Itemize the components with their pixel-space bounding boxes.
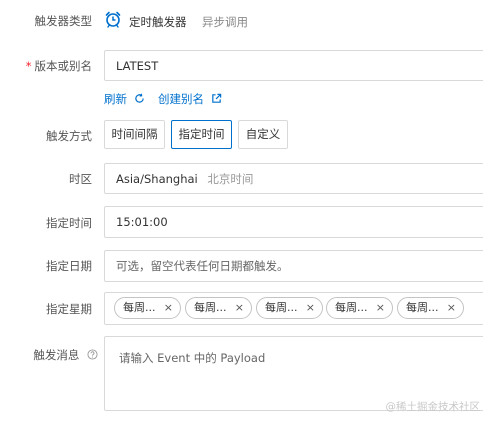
- timezone-name: Asia/Shanghai: [116, 171, 198, 186]
- create-alias-label: 创建别名: [158, 92, 204, 106]
- trigger-type-label: 触发器类型: [34, 14, 93, 28]
- close-icon[interactable]: ×: [306, 298, 315, 318]
- refresh-label: 刷新: [104, 92, 127, 106]
- required-mark: *: [25, 59, 32, 73]
- trigger-mode-label: 触发方式: [46, 129, 92, 143]
- mode-specified-time-button[interactable]: 指定时间: [171, 120, 232, 149]
- refresh-icon: [134, 93, 144, 103]
- weekday-tag[interactable]: 每周... ×: [114, 297, 181, 319]
- weekday-tag-label: 每周...: [335, 301, 368, 314]
- weekday-tag[interactable]: 每周... ×: [185, 297, 252, 319]
- weekday-tag[interactable]: 每周... ×: [326, 297, 393, 319]
- trigger-type-async[interactable]: 异步调用: [202, 14, 248, 30]
- version-select[interactable]: LATEST: [104, 50, 483, 81]
- alarm-clock-icon: [104, 10, 122, 28]
- weekday-tag-label: 每周...: [265, 301, 298, 314]
- weekday-tag-label: 每周...: [406, 301, 439, 314]
- message-label-text: 触发消息: [33, 348, 80, 362]
- weekday-tag[interactable]: 每周... ×: [397, 297, 464, 319]
- watermark: @稀土掘金技术社区: [385, 401, 481, 413]
- weekday-tag-label: 每周...: [194, 301, 227, 314]
- date-label: 指定日期: [46, 259, 92, 273]
- trigger-type-selected[interactable]: 定时触发器: [129, 14, 187, 30]
- close-icon[interactable]: ×: [376, 298, 385, 318]
- refresh-link[interactable]: 刷新: [104, 91, 145, 107]
- mode-custom-button[interactable]: 自定义: [238, 120, 288, 149]
- close-icon[interactable]: ×: [164, 298, 173, 318]
- close-icon[interactable]: ×: [235, 298, 244, 318]
- timezone-select[interactable]: Asia/Shanghai 北京时间: [104, 163, 483, 194]
- time-input[interactable]: 15:01:00: [104, 206, 483, 238]
- weekday-label: 指定星期: [46, 302, 92, 316]
- version-value: LATEST: [116, 58, 159, 73]
- version-label: * 版本或别名: [0, 58, 92, 74]
- version-label-text: 版本或别名: [34, 59, 93, 73]
- mode-interval-button[interactable]: 时间间隔: [104, 120, 165, 149]
- create-alias-link[interactable]: 创建别名: [158, 91, 222, 107]
- close-icon[interactable]: ×: [447, 298, 456, 318]
- weekday-tag[interactable]: 每周... ×: [256, 297, 323, 319]
- timezone-hint: 北京时间: [207, 171, 254, 186]
- timezone-label: 时区: [69, 172, 92, 186]
- message-label: 触发消息: [0, 347, 98, 363]
- date-placeholder: 可选，留空代表任何日期都触发。: [116, 259, 289, 273]
- help-circle-icon: [87, 349, 98, 360]
- message-placeholder: 请输入 Event 中的 Payload: [119, 351, 266, 365]
- timezone-value: Asia/Shanghai 北京时间: [116, 171, 253, 187]
- date-input[interactable]: 可选，留空代表任何日期都触发。: [104, 250, 483, 282]
- external-link-icon: [211, 93, 221, 103]
- time-value: 15:01:00: [116, 215, 168, 229]
- weekday-tag-label: 每周...: [123, 301, 156, 314]
- time-label: 指定时间: [46, 216, 92, 230]
